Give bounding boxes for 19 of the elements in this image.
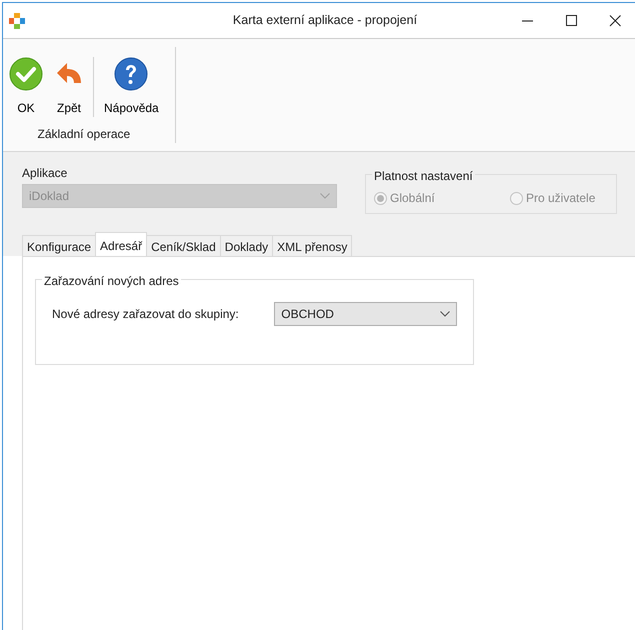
tab[interactable]: Doklady <box>220 235 274 256</box>
check-icon <box>9 57 43 91</box>
window-title: Karta externí aplikace - propojení <box>232 12 418 30</box>
field-label: Nové adresy zařazovat do skupiny: <box>52 306 240 323</box>
group-dropdown[interactable]: OBCHOD <box>274 302 457 326</box>
close-icon <box>608 14 622 26</box>
app-logo-icon <box>9 13 25 30</box>
tab[interactable]: Konfigurace <box>22 235 96 256</box>
help-icon <box>114 57 148 91</box>
help-button[interactable]: Nápověda <box>98 47 165 117</box>
tab[interactable]: Adresář <box>95 232 148 256</box>
maximize-icon <box>564 14 578 26</box>
chevron-down-icon <box>440 311 450 317</box>
tab[interactable]: XML přenosy <box>272 235 352 256</box>
ok-button[interactable]: OK <box>3 47 49 117</box>
back-button[interactable]: Zpět <box>49 47 89 117</box>
field-label: Aplikace <box>22 165 68 182</box>
group-label: Základní operace <box>36 126 132 143</box>
chevron-down-icon <box>320 193 330 199</box>
